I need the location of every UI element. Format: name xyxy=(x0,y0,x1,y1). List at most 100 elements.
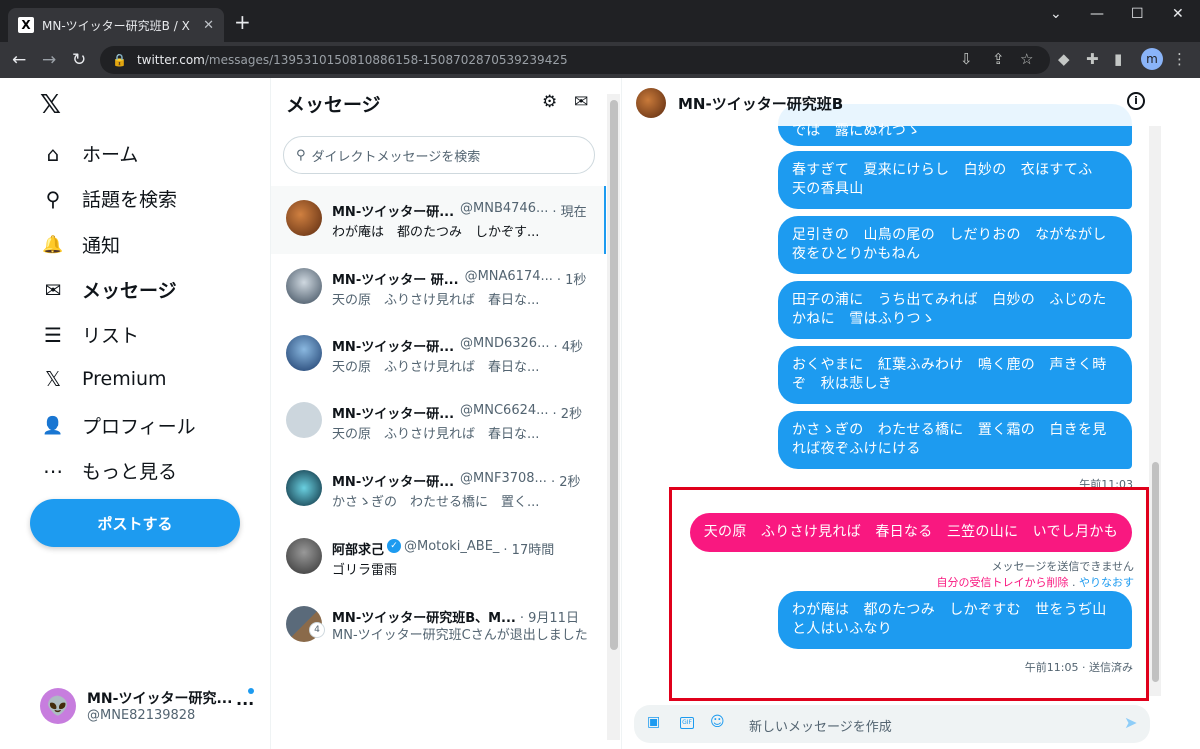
nav-explore[interactable]: ⚲ 話題を検索 xyxy=(40,185,177,212)
nav-messages[interactable]: ✉ メッセージ xyxy=(40,276,177,303)
gear-icon[interactable]: ⚙ xyxy=(542,92,557,112)
failed-message-bubble[interactable]: 天の原 ふりさけ見れば 春日なる 三笠の山に いでし月かも xyxy=(689,513,1132,552)
bell-icon: 🔔 xyxy=(42,234,64,255)
separator: . xyxy=(1068,576,1079,589)
chat-panel: MN-ツイッター研究班B i では 露にぬれつゝ 春すぎて 夏来にけらし 白妙の… xyxy=(622,78,1200,749)
conversation-item[interactable]: 阿部求己 ✓ @Motoki_ABE_ · 17時間 ゴリラ雷雨 xyxy=(271,524,606,592)
delete-from-inbox-link[interactable]: 自分の受信トレイから削除 xyxy=(937,576,1069,589)
conversation-item[interactable]: MN-ツイッター研... @MNF3708... · 2秒 かさゝぎの わたせる橋に… xyxy=(271,456,606,524)
chat-title[interactable]: MN-ツイッター研究班B xyxy=(678,93,843,114)
conversation-preview: 天の原 ふりさけ見れば 春日な... xyxy=(332,427,540,442)
home-icon: ⌂ xyxy=(46,141,60,166)
conversation-name: MN-ツイッター研究班B、M... xyxy=(332,611,516,626)
maximize-button[interactable]: ☐ xyxy=(1131,6,1144,22)
nav-profile[interactable]: 👤 プロフィール xyxy=(40,412,195,439)
url-path: /messages/1395310150810886158-1508702870… xyxy=(204,53,568,67)
side-panel-icon[interactable]: ▮ xyxy=(1114,50,1122,68)
message-bubble: 田子の浦に うち出てみれば 白妙の ふじのたかねに 雪はふりつゝ xyxy=(778,281,1132,339)
left-sidebar: 𝕏 ⌂ ホーム ⚲ 話題を検索 🔔 通知 ✉ メッセージ ☰ リスト 𝕏 Pre… xyxy=(0,78,271,749)
address-bar-row: ← → ↻ 🔒 twitter.com/messages/13953101508… xyxy=(0,42,1200,78)
info-icon[interactable]: i xyxy=(1127,92,1145,110)
chat-scrollbar[interactable] xyxy=(1149,126,1161,696)
close-window-button[interactable]: ✕ xyxy=(1172,6,1184,22)
chat-header: MN-ツイッター研究班B i xyxy=(622,78,1160,126)
x-icon: 𝕏 xyxy=(44,367,62,391)
message-bubble: かさゝぎの わたせる橋に 置く霜の 白きを見れば夜ぞふけにける xyxy=(778,411,1132,469)
avatar xyxy=(286,268,322,304)
page-title: メッセージ xyxy=(286,94,381,116)
share-icon[interactable]: ⇪ xyxy=(992,50,1005,68)
message-bubble: 春すぎて 夏来にけらし 白妙の 衣ほすてふ 天の香具山 xyxy=(778,151,1132,209)
puzzle-icon[interactable]: ✚ xyxy=(1086,50,1099,68)
more-dots-icon[interactable]: ··· xyxy=(236,694,254,713)
tab-search-icon[interactable]: ⌄ xyxy=(1050,6,1062,22)
messages-scrollbar[interactable] xyxy=(607,94,620,740)
forward-icon[interactable]: → xyxy=(42,50,56,70)
send-icon[interactable]: ➤ xyxy=(1124,713,1137,732)
nav-home[interactable]: ⌂ ホーム xyxy=(40,140,139,167)
scrollbar-thumb[interactable] xyxy=(610,100,618,650)
avatar xyxy=(286,538,322,574)
gif-icon[interactable]: GIF xyxy=(680,717,694,729)
message-composer[interactable]: ▣ GIF ☺ 新しいメッセージを作成 ➤ xyxy=(634,705,1150,743)
nav-notifications[interactable]: 🔔 通知 xyxy=(40,231,120,258)
x-logo-icon: X xyxy=(18,17,34,33)
messages-list-panel: メッセージ ⚙ ✉ ⚲ ダイレクトメッセージを検索 MN-ツイッター研... @M… xyxy=(271,78,622,749)
profile-avatar[interactable]: m xyxy=(1141,48,1163,70)
image-icon[interactable]: ▣ xyxy=(647,714,660,730)
avatar[interactable] xyxy=(636,88,666,118)
bookmark-star-icon[interactable]: ☆ xyxy=(1020,50,1033,68)
conversation-name: 阿部求己 xyxy=(332,543,385,558)
close-tab-icon[interactable]: ✕ xyxy=(203,18,214,33)
reload-icon[interactable]: ↻ xyxy=(72,50,86,70)
avatar xyxy=(286,470,322,506)
message-timestamp: 午前11:03 xyxy=(1079,478,1133,491)
nav-label: リスト xyxy=(82,325,140,347)
avatar: 👽 xyxy=(40,688,76,724)
extension-icon[interactable]: ◆ xyxy=(1058,50,1070,68)
conversation-name: MN-ツイッター研... xyxy=(332,407,455,422)
conversation-time: · 4秒 xyxy=(553,340,584,355)
avatar xyxy=(286,200,322,236)
x-logo-icon[interactable]: 𝕏 xyxy=(40,90,61,120)
browser-tab[interactable]: X MN-ツイッター研究班B / X ✕ xyxy=(8,8,224,42)
conversation-item[interactable]: MN-ツイッター 研... @MNA6174... · 1秒 天の原 ふりさけ見れば… xyxy=(271,254,606,322)
emoji-icon[interactable]: ☺ xyxy=(710,714,725,730)
scrollbar-thumb[interactable] xyxy=(1152,462,1159,682)
search-placeholder: ダイレクトメッセージを検索 xyxy=(311,149,481,165)
nav-label: もっと見る xyxy=(82,461,178,483)
browser-tab-bar: X MN-ツイッター研究班B / X ✕ + ⌄ — ☐ ✕ xyxy=(0,0,1200,42)
nav-label: メッセージ xyxy=(82,280,177,302)
nav-more[interactable]: ⋯ もっと見る xyxy=(40,457,177,484)
retry-link[interactable]: やりなおす xyxy=(1079,576,1134,589)
minimize-button[interactable]: — xyxy=(1090,6,1104,22)
conversation-time: · 2秒 xyxy=(550,475,581,490)
conversation-preview: わが庵は 都のたつみ しかぞす... xyxy=(332,225,540,240)
new-tab-button[interactable]: + xyxy=(234,10,251,34)
conversation-handle: @MND6326... xyxy=(460,336,550,351)
menu-dots-icon[interactable]: ⋮ xyxy=(1172,50,1187,68)
conversation-item[interactable]: MN-ツイッター研... @MND6326... · 4秒 天の原 ふりさけ見れば … xyxy=(271,321,606,389)
conversation-item[interactable]: MN-ツイッター研... @MNC6624... · 2秒 天の原 ふりさけ見れば … xyxy=(271,388,606,456)
conversation-item[interactable]: MN-ツイッター研... @MNB4746... · 現在 わが庵は 都のたつみ し… xyxy=(271,186,606,254)
search-input[interactable]: ⚲ ダイレクトメッセージを検索 xyxy=(283,136,595,174)
account-switcher[interactable]: 👽 MN-ツイッター研究... @MNE82139828 ··· xyxy=(40,686,260,730)
conversation-handle: @MNB4746... xyxy=(460,201,549,216)
nav-lists[interactable]: ☰ リスト xyxy=(40,321,139,348)
account-name: MN-ツイッター研究... xyxy=(87,691,233,707)
post-button[interactable]: ポストする xyxy=(30,499,240,547)
nav-label: 話題を検索 xyxy=(82,189,178,211)
message-bubble: 足引きの 山鳥の尾の しだりおの ながながし夜をひとりかもねん xyxy=(778,216,1132,274)
back-icon[interactable]: ← xyxy=(12,50,26,70)
conversation-time: · 9月11日 xyxy=(519,611,579,626)
install-icon[interactable]: ⇩ xyxy=(960,50,973,68)
conversation-time: · 17時間 xyxy=(503,543,555,558)
new-message-icon[interactable]: ✉ xyxy=(574,92,588,112)
url-field[interactable]: 🔒 twitter.com/messages/13953101508108861… xyxy=(100,46,1050,74)
person-icon: 👤 xyxy=(42,415,64,436)
search-icon: ⚲ xyxy=(45,186,61,211)
more-circle-icon: ⋯ xyxy=(43,458,63,483)
avatar xyxy=(286,335,322,371)
nav-premium[interactable]: 𝕏 Premium xyxy=(40,367,167,391)
envelope-icon: ✉ xyxy=(44,277,62,302)
